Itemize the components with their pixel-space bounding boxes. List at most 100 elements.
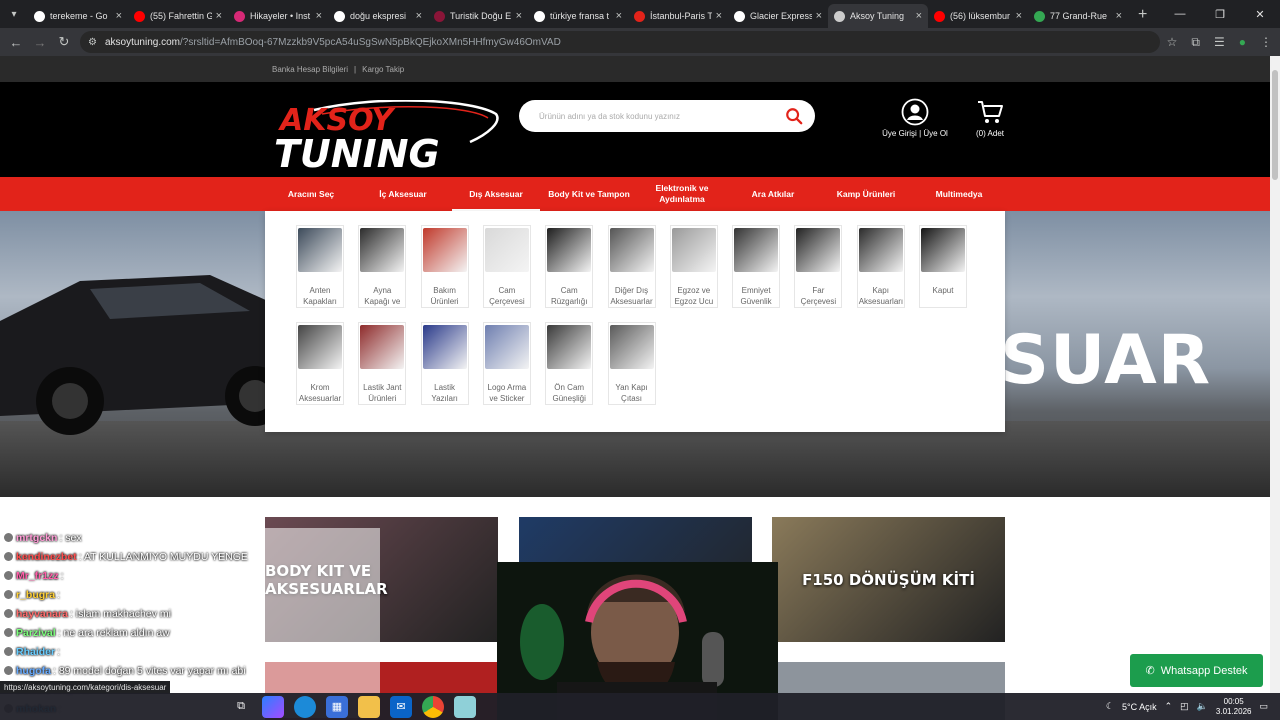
category-tile[interactable]: Cam Rüzgarlığı — [545, 225, 594, 308]
category-tile[interactable]: Egzoz ve Egzoz Ucu — [669, 225, 718, 308]
weather-text[interactable]: 5°C Açık — [1122, 702, 1157, 712]
network-icon[interactable]: ◰ — [1180, 701, 1189, 712]
minimize-icon[interactable]: — — [1160, 0, 1200, 28]
whatsapp-support-button[interactable]: ✆ Whatsapp Destek — [1130, 654, 1263, 687]
tab-close-icon[interactable]: × — [916, 10, 922, 22]
close-window-icon[interactable]: ✕ — [1240, 0, 1280, 28]
search-icon[interactable] — [785, 107, 803, 125]
chat-message: hugofa: 89 model doğan 5 vites var yapar… — [0, 661, 380, 680]
file-explorer-icon[interactable] — [358, 695, 380, 718]
category-tile[interactable]: Far Çerçevesi — [794, 225, 843, 308]
browser-tab[interactable]: Hikayeler • Inst × — [228, 4, 328, 28]
edge-icon[interactable] — [294, 695, 316, 718]
tab-title: terekeme - Go — [50, 11, 108, 21]
nav-item[interactable]: Aracını Seç — [272, 177, 350, 211]
chat-username: kendinezbet — [16, 550, 77, 563]
tab-close-icon[interactable]: × — [416, 10, 422, 22]
browser-tab[interactable]: doğu ekspresi × — [328, 4, 428, 28]
tray-overflow-icon[interactable]: ⌃ — [1165, 701, 1173, 712]
category-tile[interactable]: Anten Kapakları — [296, 225, 344, 308]
browser-tab[interactable]: Glacier Express × — [728, 4, 828, 28]
address-bar[interactable]: ⚙ aksoytuning.com/?srsltid=AfmBOoq-67Mzz… — [80, 31, 1160, 53]
category-tile[interactable]: Cam Çerçevesi — [482, 225, 531, 308]
tab-close-icon[interactable]: × — [716, 10, 722, 22]
chrome-icon[interactable] — [422, 695, 444, 718]
new-tab-icon[interactable]: + — [1128, 6, 1157, 24]
browser-tab[interactable]: Aksoy Tuning × — [828, 4, 928, 28]
tab-close-icon[interactable]: × — [616, 10, 622, 22]
aksoy-tuning-logo[interactable]: AKSOY TUNING — [274, 100, 500, 172]
nav-item[interactable]: Kamp Ürünleri — [818, 177, 914, 211]
category-thumbnail — [796, 228, 841, 272]
outlook-icon[interactable]: ✉ — [390, 695, 412, 718]
tab-close-icon[interactable]: × — [216, 10, 222, 22]
category-thumbnail — [360, 325, 405, 369]
category-label: Bakım Ürünleri — [430, 286, 459, 306]
category-tile[interactable]: Lastik Jant Ürünleri — [358, 322, 407, 405]
browser-tab[interactable]: türkiye fransa t × — [528, 4, 628, 28]
category-tile[interactable]: Logo Arma ve Sticker — [482, 322, 531, 405]
bookmark-star-icon[interactable]: ☆ — [1167, 35, 1178, 49]
nav-item[interactable]: İç Aksesuar — [362, 177, 444, 211]
store-icon[interactable]: ▦ — [326, 695, 348, 718]
chat-text: : AT KULLANMIYO MUYDU YENGE — [78, 550, 248, 563]
forward-icon[interactable]: → — [28, 35, 52, 50]
nav-item[interactable]: Multimedya — [914, 177, 1004, 211]
category-tile[interactable]: Ayna Kapağı ve — [358, 225, 407, 308]
banner-f150-kit[interactable]: F150 DÖNÜŞÜM KİTİ — [772, 517, 1005, 642]
category-tile[interactable]: Krom Aksesuarlar — [296, 322, 344, 405]
tab-close-icon[interactable]: × — [1016, 10, 1022, 22]
category-tile[interactable]: Yan Kapı Çıtası — [607, 322, 656, 405]
reload-icon[interactable]: ↻ — [52, 34, 76, 50]
copilot-icon[interactable] — [262, 695, 284, 718]
register-link[interactable]: Üye Ol — [923, 129, 947, 138]
cart-area[interactable]: (0) Adet — [972, 98, 1008, 138]
category-tile[interactable]: Emniyet Güvenlik — [732, 225, 781, 308]
nav-item[interactable]: Body Kit ve Tampon — [546, 177, 632, 211]
tab-favicon-icon — [234, 10, 245, 22]
category-tile[interactable]: Ön Cam Güneşliği — [545, 322, 594, 405]
page-scrollbar[interactable] — [1270, 56, 1280, 720]
task-view-icon[interactable]: ⧉ — [230, 696, 252, 718]
extensions-icon[interactable]: ⧉ — [1191, 35, 1200, 50]
category-tile[interactable]: Kaput — [919, 225, 967, 308]
browser-tab[interactable]: 77 Grand-Rue × — [1028, 4, 1128, 28]
volume-icon[interactable]: 🔈 — [1197, 701, 1208, 712]
browser-tab[interactable]: (55) Fahrettin G × — [128, 4, 228, 28]
system-clock[interactable]: 00:05 3.01.2026 — [1216, 697, 1252, 717]
browser-menu-icon[interactable]: ⋮ — [1260, 35, 1272, 49]
reading-list-icon[interactable]: ☰ — [1214, 35, 1225, 49]
nav-item[interactable]: Dış Aksesuar — [452, 177, 540, 211]
scrollbar-thumb[interactable] — [1272, 70, 1278, 180]
tab-search-icon[interactable]: ▾ — [0, 0, 28, 28]
tab-close-icon[interactable]: × — [116, 10, 122, 22]
category-thumbnail — [671, 228, 716, 272]
tab-close-icon[interactable]: × — [816, 10, 822, 22]
category-label: Lastik Jant Ürünleri — [363, 383, 402, 403]
category-tile[interactable]: Kapı Aksesuarları — [856, 225, 905, 308]
account-area[interactable]: Üye Girişi | Üye Ol — [878, 98, 952, 138]
restore-icon[interactable]: ❐ — [1200, 0, 1240, 28]
nav-item[interactable]: Ara Atkılar — [730, 177, 816, 211]
back-icon[interactable]: ← — [4, 35, 28, 50]
nav-item[interactable]: Elektronik ve Aydınlatma — [636, 177, 728, 211]
extension-leaf-icon[interactable]: ● — [1239, 35, 1246, 49]
tab-close-icon[interactable]: × — [516, 10, 522, 22]
site-info-icon[interactable]: ⚙ — [88, 37, 97, 48]
cargo-tracking-link[interactable]: Kargo Takip — [362, 65, 404, 74]
browser-tab[interactable]: terekeme - Go × — [28, 4, 128, 28]
tab-close-icon[interactable]: × — [1116, 10, 1122, 22]
browser-tab[interactable]: Turistik Doğu E × — [428, 4, 528, 28]
category-tile[interactable]: Lastik Yazıları — [420, 322, 469, 405]
app-icon[interactable] — [454, 695, 476, 718]
notifications-icon[interactable]: ▭ — [1259, 701, 1268, 712]
tab-close-icon[interactable]: × — [316, 10, 322, 22]
outer-accessories-dropdown: Anten Kapakları Ayna Kapağı ve Bakım Ürünl… — [265, 211, 1005, 432]
browser-tab[interactable]: İstanbul-Paris T × — [628, 4, 728, 28]
category-tile[interactable]: Diğer Dış Aksesuarlar — [607, 225, 656, 308]
login-link[interactable]: Üye Girişi — [882, 129, 917, 138]
search-input[interactable] — [539, 111, 785, 121]
bank-info-link[interactable]: Banka Hesap Bilgileri — [272, 65, 348, 74]
category-tile[interactable]: Bakım Ürünleri — [420, 225, 469, 308]
browser-tab[interactable]: (56) lüksembur × — [928, 4, 1028, 28]
